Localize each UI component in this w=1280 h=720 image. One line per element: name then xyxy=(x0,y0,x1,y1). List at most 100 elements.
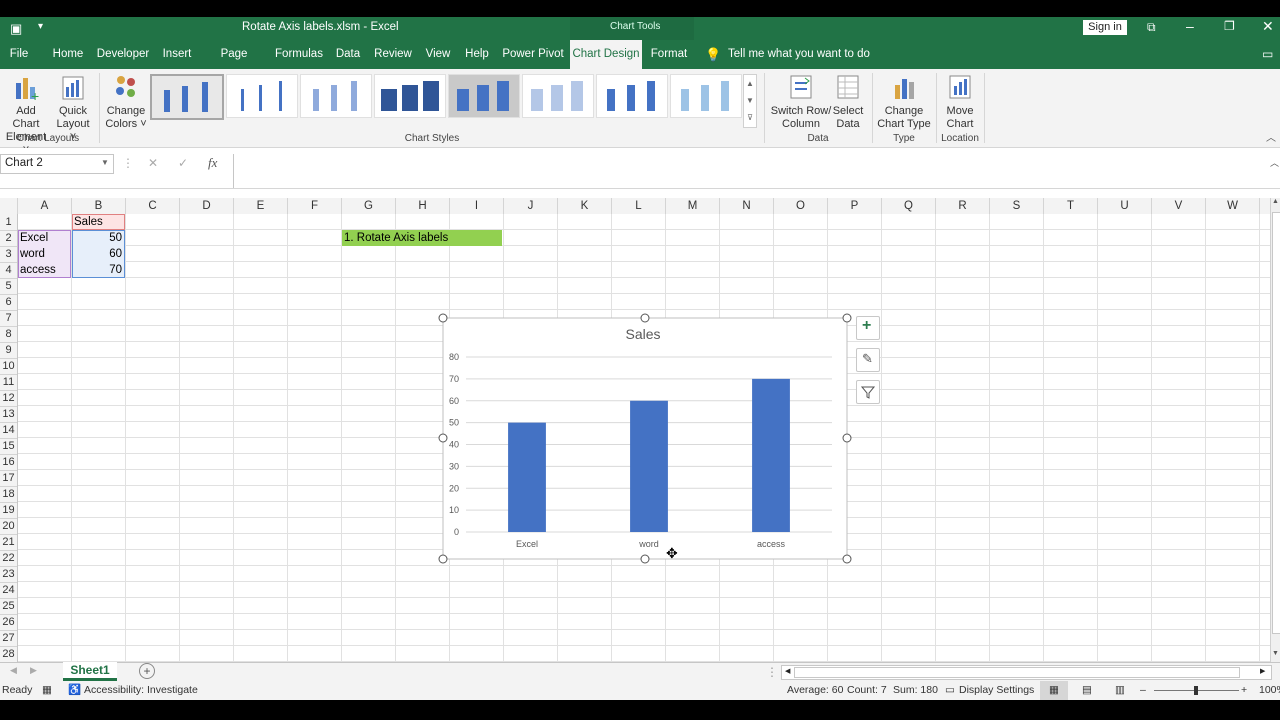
column-header[interactable]: O xyxy=(774,198,828,214)
tab-chart-design[interactable]: Chart Design xyxy=(570,40,642,69)
insert-function-icon[interactable]: fx xyxy=(208,155,217,171)
comments-icon[interactable]: ▭ xyxy=(1262,47,1273,61)
row-header[interactable]: 23 xyxy=(0,566,17,583)
column-header[interactable]: A xyxy=(18,198,72,214)
tab-format[interactable]: Format xyxy=(648,40,690,69)
cancel-icon[interactable]: ✕ xyxy=(148,156,158,170)
scroll-right-icon[interactable]: ▶ xyxy=(1260,667,1265,675)
tab-view[interactable]: View xyxy=(424,40,452,69)
row-header[interactable]: 22 xyxy=(0,550,17,567)
column-header[interactable]: K xyxy=(558,198,612,214)
y-tick-label[interactable]: 70 xyxy=(449,374,459,384)
row-header[interactable]: 2 xyxy=(0,230,17,247)
qat-dropdown-icon[interactable]: ▾ xyxy=(38,21,43,32)
tab-formulas[interactable]: Formulas xyxy=(275,40,323,69)
row-header[interactable]: 10 xyxy=(0,358,17,375)
status-sum[interactable]: Sum: 180 xyxy=(893,681,938,700)
switch-row-column-button[interactable]: Switch Row/ Column xyxy=(770,73,832,131)
row-header[interactable]: 16 xyxy=(0,454,17,471)
tab-help[interactable]: Help xyxy=(463,40,491,69)
scroll-up-icon[interactable]: ▲ xyxy=(1272,198,1279,205)
column-header[interactable]: J xyxy=(504,198,558,214)
resize-handle[interactable] xyxy=(842,433,852,443)
row-header[interactable]: 17 xyxy=(0,470,17,487)
column-header[interactable]: P xyxy=(828,198,882,214)
tab-review[interactable]: Review xyxy=(373,40,413,69)
column-header[interactable]: W xyxy=(1206,198,1260,214)
chart-style-7[interactable] xyxy=(596,74,668,118)
name-box-dropdown-icon[interactable]: ▼ xyxy=(101,158,109,167)
y-tick-label[interactable]: 80 xyxy=(449,352,459,362)
chart[interactable]: Sales 0 10 20 30 40 50 60 70 80 Excel word access ✥ xyxy=(436,310,856,566)
resize-handle[interactable] xyxy=(438,313,448,323)
enter-icon[interactable]: ✓ xyxy=(178,156,188,170)
cell-B2[interactable]: 50 xyxy=(72,230,122,246)
column-header[interactable]: T xyxy=(1044,198,1098,214)
vertical-scrollbar[interactable]: ▲ ▼ xyxy=(1270,198,1280,662)
row-header[interactable]: 25 xyxy=(0,598,17,615)
column-header[interactable]: H xyxy=(396,198,450,214)
row-header[interactable]: 15 xyxy=(0,438,17,455)
chart-style-3[interactable] xyxy=(300,74,372,118)
page-layout-view-icon[interactable]: ▤ xyxy=(1082,681,1092,700)
page-break-view-icon[interactable]: ▥ xyxy=(1115,681,1125,700)
x-tick-label[interactable]: access xyxy=(757,539,786,549)
zoom-slider-thumb[interactable] xyxy=(1194,686,1198,695)
row-header[interactable]: 26 xyxy=(0,614,17,631)
save-icon[interactable]: ▣ xyxy=(10,21,22,37)
expand-formula-icon[interactable]: ︿ xyxy=(1270,156,1279,169)
y-tick-label[interactable]: 50 xyxy=(449,418,459,428)
column-header[interactable]: L xyxy=(612,198,666,214)
tab-data[interactable]: Data xyxy=(334,40,362,69)
tab-file[interactable]: File xyxy=(3,40,35,69)
horizontal-scrollbar[interactable]: ◀ ▶ xyxy=(781,665,1272,680)
x-tick-label[interactable]: Excel xyxy=(516,539,538,549)
chart-title[interactable]: Sales xyxy=(625,326,660,342)
cell-B3[interactable]: 60 xyxy=(72,246,122,262)
row-header[interactable]: 8 xyxy=(0,326,17,343)
tell-me-search[interactable]: Tell me what you want to do xyxy=(728,48,870,60)
row-header[interactable]: 24 xyxy=(0,582,17,599)
tab-developer[interactable]: Developer xyxy=(96,40,150,69)
resize-handle[interactable] xyxy=(438,554,448,564)
row-header[interactable]: 12 xyxy=(0,390,17,407)
y-tick-label[interactable]: 20 xyxy=(449,483,459,493)
cell-B1[interactable]: Sales xyxy=(74,214,103,230)
y-tick-label[interactable]: 40 xyxy=(449,440,459,450)
column-header[interactable]: C xyxy=(126,198,180,214)
tab-insert[interactable]: Insert xyxy=(160,40,194,69)
tab-power-pivot[interactable]: Power Pivot xyxy=(502,40,564,69)
row-header[interactable]: 18 xyxy=(0,486,17,503)
chart-style-8[interactable] xyxy=(670,74,742,118)
chart-style-6[interactable] xyxy=(522,74,594,118)
row-header[interactable]: 3 xyxy=(0,246,17,263)
scroll-down-icon[interactable]: ▼ xyxy=(1272,650,1279,657)
y-tick-label[interactable]: 0 xyxy=(454,527,459,537)
column-header[interactable]: B xyxy=(72,198,126,214)
row-header[interactable]: 6 xyxy=(0,294,17,311)
chart-style-5[interactable] xyxy=(448,74,520,118)
column-header[interactable]: D xyxy=(180,198,234,214)
resize-handle[interactable] xyxy=(842,554,852,564)
cell-B4[interactable]: 70 xyxy=(72,262,122,278)
sign-in-button[interactable]: Sign in xyxy=(1083,20,1127,35)
cell-G2[interactable]: 1. Rotate Axis labels xyxy=(342,230,502,246)
move-chart-button[interactable]: Move Chart xyxy=(942,73,978,131)
x-tick-label[interactable]: word xyxy=(638,539,659,549)
ribbon-display-icon[interactable]: ⧉ xyxy=(1147,20,1156,35)
resize-handle[interactable] xyxy=(842,313,852,323)
y-tick-label[interactable]: 10 xyxy=(449,505,459,515)
row-header[interactable]: 4 xyxy=(0,262,17,279)
collapse-ribbon-icon[interactable]: ︿ xyxy=(1266,129,1276,144)
zoom-in-icon[interactable]: + xyxy=(1241,681,1247,700)
column-header[interactable]: S xyxy=(990,198,1044,214)
add-sheet-icon[interactable]: + xyxy=(139,663,155,679)
row-header[interactable]: 13 xyxy=(0,406,17,423)
zoom-out-icon[interactable]: – xyxy=(1140,681,1146,700)
minimize-icon[interactable]: – xyxy=(1186,18,1194,34)
column-header[interactable]: U xyxy=(1098,198,1152,214)
column-header[interactable]: G xyxy=(342,198,396,214)
row-header[interactable]: 21 xyxy=(0,534,17,551)
y-tick-label[interactable]: 30 xyxy=(449,461,459,471)
resize-handle[interactable] xyxy=(438,433,448,443)
